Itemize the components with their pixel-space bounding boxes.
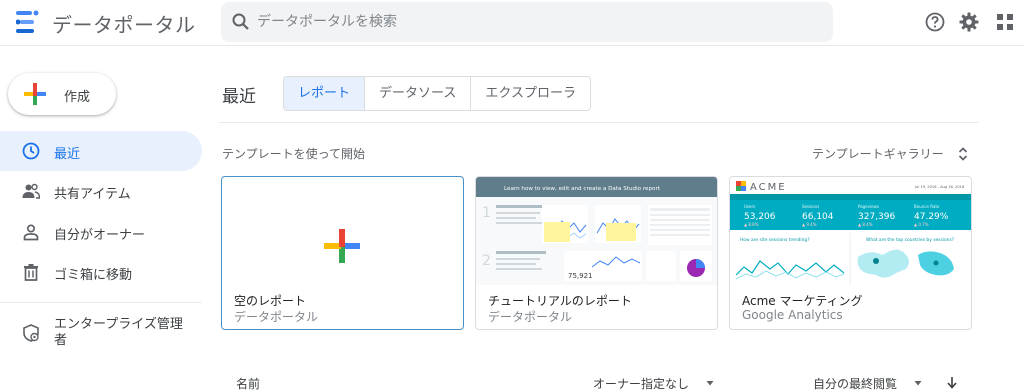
svg-text:Sessions: Sessions xyxy=(802,204,819,209)
svg-text:Users: Users xyxy=(744,204,755,209)
svg-text:Pageviews: Pageviews xyxy=(858,204,879,209)
owner-filter-dropdown-arrow-icon[interactable] xyxy=(705,378,715,388)
svg-text:1: 1 xyxy=(482,205,491,221)
sidebar-item-label: 共有アイテム xyxy=(54,187,131,202)
colorful-plus-icon xyxy=(24,83,46,105)
acme-logo-icon xyxy=(736,181,746,191)
tab-explorer[interactable]: エクスプローラ xyxy=(470,77,590,110)
tutorial-thumb-header: Learn how to view, edit and create a Dat… xyxy=(504,186,661,192)
tab-reports[interactable]: レポート xyxy=(284,77,365,110)
people-icon xyxy=(22,183,40,199)
svg-text:47.29%: 47.29% xyxy=(914,212,949,222)
page-title: 最近 xyxy=(222,87,256,107)
svg-text:66,104: 66,104 xyxy=(802,212,834,222)
svg-text:▲ 0.7%: ▲ 0.7% xyxy=(914,222,929,227)
acme-thumb-date: Jul 19, 2016 - Aug 16, 2016 xyxy=(914,185,965,189)
sidebar-item-enterprise-admin[interactable]: エンタープライズ管理者 xyxy=(0,312,202,356)
template-card-source: Google Analytics xyxy=(742,308,843,322)
sidebar-item-owned-by-me[interactable]: 自分がオーナー xyxy=(0,212,202,252)
colorful-plus-icon xyxy=(324,229,360,263)
svg-text:What are the top countries by: What are the top countries by sessions? xyxy=(866,237,955,243)
blank-report-thumbnail xyxy=(324,229,360,263)
template-card-source: データポータル xyxy=(234,310,319,324)
acme-thumb-logo-text: ACME xyxy=(750,182,787,193)
tutorial-report-thumbnail: Learn how to view, edit and create a Dat… xyxy=(476,177,717,285)
templates-heading: テンプレートを使って開始 xyxy=(222,147,366,161)
sidebar-item-label: ゴミ箱に移動 xyxy=(54,268,133,283)
sidebar-item-label: 自分がオーナー xyxy=(54,228,146,243)
unfold-chevron-icon xyxy=(958,147,968,161)
apps-grid-icon[interactable] xyxy=(994,11,1016,33)
svg-text:How are site sessions trending: How are site sessions trending? xyxy=(740,237,810,243)
svg-text:▲ 8.4%: ▲ 8.4% xyxy=(858,222,873,227)
sidebar-item-shared[interactable]: 共有アイテム xyxy=(0,171,202,211)
tab-data-sources[interactable]: データソース xyxy=(364,77,471,110)
create-button-label: 作成 xyxy=(64,90,91,105)
template-gallery-label: テンプレートギャラリー xyxy=(812,147,944,161)
help-icon[interactable] xyxy=(924,11,946,33)
sort-dropdown[interactable]: 自分の最終閲覧 xyxy=(813,375,897,392)
sort-dropdown-arrow-icon[interactable] xyxy=(913,378,923,388)
template-card-name: チュートリアルのレポート xyxy=(488,294,632,308)
enterprise-shield-icon xyxy=(23,324,39,342)
list-header-name[interactable]: 名前 xyxy=(236,375,260,392)
sidebar-divider xyxy=(0,302,202,303)
header-divider xyxy=(219,122,979,123)
clock-icon xyxy=(22,142,40,160)
sidebar-item-recent[interactable]: 最近 xyxy=(0,131,202,171)
tutorial-thumb-stat: 75,921 xyxy=(568,272,593,280)
svg-text:Bounce Rate: Bounce Rate xyxy=(914,204,940,209)
data-portal-logo-icon[interactable] xyxy=(16,10,40,34)
owner-filter-label: オーナー指定なし xyxy=(593,377,690,391)
template-card-name: Acme マーケティング xyxy=(742,294,863,308)
template-gallery-toggle[interactable]: テンプレートギャラリー xyxy=(812,145,968,162)
svg-text:2: 2 xyxy=(482,253,491,269)
sidebar-item-trash[interactable]: ゴミ箱に移動 xyxy=(0,252,202,292)
svg-text:▲ 8.8%: ▲ 8.8% xyxy=(744,222,759,227)
acme-report-thumbnail: ACME Jul 19, 2016 - Aug 16, 2016 Users 5… xyxy=(730,177,971,285)
owner-filter-dropdown[interactable]: オーナー指定なし xyxy=(593,375,689,392)
search-bar[interactable] xyxy=(221,2,833,42)
template-card-tutorial[interactable]: Learn how to view, edit and create a Dat… xyxy=(475,176,718,330)
template-card-blank[interactable]: 空のレポート データポータル xyxy=(221,176,464,330)
app-title: データポータル xyxy=(52,13,196,37)
person-icon xyxy=(23,224,39,241)
sidebar-item-label: エンタープライズ管理者 xyxy=(54,317,183,348)
settings-gear-icon[interactable] xyxy=(958,11,980,33)
sort-direction-arrow-down-icon[interactable] xyxy=(946,376,958,389)
svg-text:327,396: 327,396 xyxy=(858,212,895,222)
template-card-name: 空のレポート xyxy=(234,294,307,308)
tab-bar: レポート データソース エクスプローラ xyxy=(283,76,591,111)
sort-label: 自分の最終閲覧 xyxy=(813,377,898,391)
sidebar-item-label: 最近 xyxy=(54,147,81,162)
search-input[interactable] xyxy=(257,2,817,42)
svg-text:53,206: 53,206 xyxy=(744,212,776,222)
svg-text:▲ 9.4%: ▲ 9.4% xyxy=(802,222,817,227)
create-button[interactable]: 作成 xyxy=(8,73,116,115)
trash-icon xyxy=(24,264,38,281)
top-bar: データポータル xyxy=(0,0,1024,46)
template-card-source: データポータル xyxy=(488,310,573,324)
template-card-acme-marketing[interactable]: ACME Jul 19, 2016 - Aug 16, 2016 Users 5… xyxy=(729,176,972,330)
search-icon xyxy=(232,13,249,30)
